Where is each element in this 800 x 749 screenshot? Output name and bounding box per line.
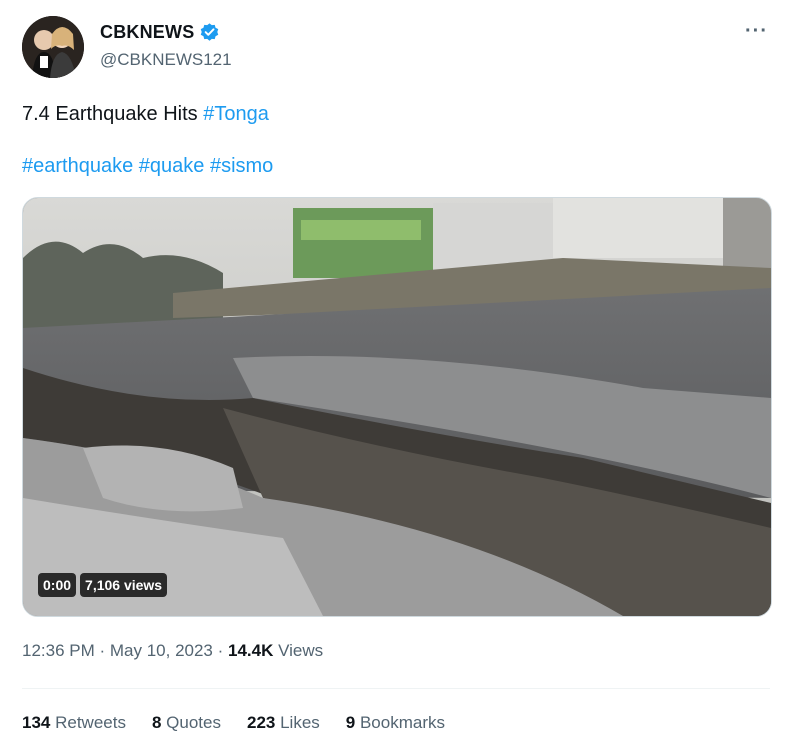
tweet-card: CBKNEWS @CBKNEWS121 ··· 7.4 Earthquake H… [0,0,800,749]
display-name[interactable]: CBKNEWS [100,22,220,43]
views-count: 14.4K [228,641,274,660]
hashtag-link-earthquake[interactable]: #earthquake [22,155,133,177]
quotes-stat[interactable]: 8 Quotes [152,713,221,733]
display-name-text[interactable]: CBKNEWS [100,22,194,43]
tweet-text: 7.4 Earthquake Hits [22,103,204,125]
hashtag-link-tonga[interactable]: #Tonga [203,103,269,125]
retweets-count: 134 [22,713,51,732]
hashtag-link-quake[interactable]: #quake [139,155,205,177]
bookmarks-count: 9 [345,713,356,732]
quotes-label: Quotes [161,713,221,732]
video-time: 0:00 [38,573,77,597]
bookmarks-stat[interactable]: 9 Bookmarks [346,713,445,733]
tweet-meta: 12:36 PM · May 10, 2023 · 14.4K Views [22,641,323,661]
video-views: 7,106 views [80,573,168,597]
user-handle[interactable]: @CBKNEWS121 [100,50,232,70]
meta-separator: · [94,641,110,660]
bookmarks-label: Bookmarks [355,713,445,732]
video-player[interactable] [22,197,772,617]
tweet-text-line-1: 7.4 Earthquake Hits #Tonga [22,103,269,126]
tweet-time[interactable]: 12:36 PM [22,641,95,660]
views-label: Views [273,641,324,660]
hashtag-link-sismo[interactable]: #sismo [210,155,273,177]
meta-separator: · [212,641,228,660]
likes-count: 223 [246,713,276,732]
likes-stat[interactable]: 223 Likes [247,713,320,733]
verified-badge-icon [201,23,219,41]
engagement-stats: 134 Retweets 8 Quotes 223 Likes 9 Bookma… [22,713,445,733]
video-badges: 0:00 7,106 views [38,573,168,597]
tweet-text-line-2: #earthquake #quake #sismo [22,155,273,178]
retweets-label: Retweets [50,713,126,732]
more-options-icon[interactable]: ··· [745,20,768,43]
avatar[interactable] [22,16,84,78]
divider [22,688,770,689]
video-thumbnail [23,198,771,616]
tweet-date[interactable]: May 10, 2023 [110,641,213,660]
likes-label: Likes [275,713,320,732]
retweets-stat[interactable]: 134 Retweets [22,713,126,733]
